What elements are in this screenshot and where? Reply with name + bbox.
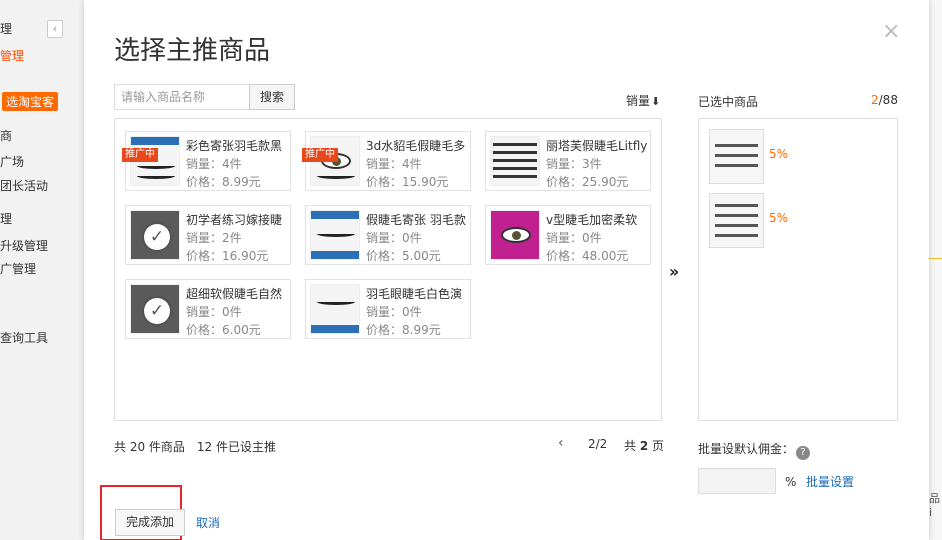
background-right-edge: 品i [927,0,942,540]
modal-title: 选择主推商品 [114,36,271,66]
collapse-sidebar-icon[interactable]: ‹ [47,20,63,38]
product-list-panel: 推广中 彩色寄张羽毛款黑 销量：4件 价格：8.99元 推广中 3d水貂毛假睫毛… [114,118,662,421]
product-name: 初学者练习嫁接睫 [186,213,283,227]
background-sidebar: 理 管理 选淘宝客 商 广场 团长活动 理 升级管理 广管理 查询工具 ‹ [0,0,84,540]
product-card-selected[interactable]: ✓ 初学者练习嫁接睫 销量：2件 价格：16.90元 [125,205,291,265]
product-sales: 销量：0件 [366,231,422,245]
product-name: 3d水貂毛假睫毛多 [366,139,466,153]
close-icon[interactable]: × [882,20,900,44]
prev-page-icon[interactable]: ‹ [558,435,564,451]
product-sales: 销量：0件 [366,305,422,319]
sidebar-item[interactable]: 团长活动 [0,177,48,194]
selected-commission: 5% [769,147,789,161]
product-total-info: 共 20 件商品 12 件已设主推 [114,440,276,454]
product-card-selected[interactable]: ✓ 超细软假睫毛自然 销量：0件 价格：6.00元 [125,279,291,339]
sidebar-item[interactable]: 理 [0,20,12,37]
product-name: 超细软假睫毛自然 [186,287,283,301]
select-featured-products-modal: × 选择主推商品 搜索 销量⬇ 推广中 彩色寄张羽毛款黑 销量：4件 价格：8.… [84,0,929,540]
product-price: 价格：8.99元 [366,323,441,337]
sidebar-item[interactable]: 商 [0,127,12,144]
selected-product-thumbnail[interactable] [709,129,764,184]
product-name: 羽毛眼睫毛白色演 [366,287,463,301]
page-indicator: 2/2 [588,437,608,451]
background-text: 品i [929,492,940,519]
search-button[interactable]: 搜索 [249,84,295,110]
product-price: 价格：48.00元 [546,249,629,263]
product-name: 彩色寄张羽毛款黑 [186,139,283,153]
product-price: 价格：25.90元 [546,175,629,189]
product-card[interactable]: 推广中 彩色寄张羽毛款黑 销量：4件 价格：8.99元 [122,131,291,191]
sidebar-item[interactable]: 理 [0,210,12,227]
product-card[interactable]: 假睫毛寄张 羽毛款 销量：0件 价格：5.00元 [305,205,471,265]
selected-product-thumbnail[interactable] [709,193,764,248]
commission-input[interactable] [698,468,776,494]
product-card[interactable]: 丽塔芙假睫毛Litfly 销量：3件 价格：25.90元 [485,131,651,191]
checkmark-icon: ✓ [144,298,170,324]
percent-unit: % [785,475,797,489]
product-thumbnail [310,210,360,260]
product-price: 价格：15.90元 [366,175,449,189]
batch-set-link[interactable]: 批量设置 [806,473,854,490]
sidebar-item[interactable]: 广管理 [0,260,36,277]
search-input[interactable] [114,84,250,110]
product-card[interactable]: v型睫毛加密柔软 销量：0件 价格：48.00元 [485,205,651,265]
sort-label: 销量 [626,94,651,108]
product-sales: 销量：4件 [366,157,422,171]
product-sales: 销量：3件 [546,157,602,171]
product-price: 价格：5.00元 [366,249,441,263]
product-card[interactable]: 推广中 3d水貂毛假睫毛多 销量：4件 价格：15.90元 [302,131,471,191]
total-pages: 共 2 页 [624,439,665,453]
product-name: v型睫毛加密柔软 [546,213,638,227]
product-price: 价格：6.00元 [186,323,261,337]
selected-count: 2/88 [871,93,898,107]
sidebar-item-tag[interactable]: 选淘宝客 [2,92,59,111]
product-thumbnail [490,210,540,260]
product-sales: 销量：0件 [546,231,602,245]
sort-down-icon: ⬇ [651,95,661,108]
product-price: 价格：8.99元 [186,175,261,189]
product-thumbnail: ✓ [130,284,180,334]
checkmark-icon: ✓ [144,224,170,250]
promo-badge: 推广中 [302,148,338,162]
product-sales: 销量：0件 [186,305,242,319]
product-card[interactable]: 羽毛眼睫毛白色演 销量：0件 价格：8.99元 [305,279,471,339]
product-price: 价格：16.90元 [186,249,269,263]
finish-add-button[interactable]: 完成添加 [115,509,185,536]
sidebar-item[interactable]: 升级管理 [0,237,48,254]
help-icon[interactable]: ? [796,446,811,460]
product-sales: 销量：2件 [186,231,242,245]
product-name: 丽塔芙假睫毛Litfly [546,139,648,153]
divider [927,258,942,259]
move-to-selected-icon[interactable]: ›› [669,262,679,281]
sidebar-item[interactable]: 广场 [0,153,24,170]
selected-products-panel: 5% 5% [698,118,898,421]
selected-products-label: 已选中商品 [698,95,759,109]
sidebar-item[interactable]: 管理 [0,47,24,64]
product-sales: 销量：4件 [186,157,242,171]
cancel-button[interactable]: 取消 [196,514,220,531]
sidebar-item[interactable]: 查询工具 [0,329,48,346]
product-thumbnail: ✓ [130,210,180,260]
product-thumbnail [490,136,540,186]
promo-badge: 推广中 [122,148,158,162]
sort-by-sales-button[interactable]: 销量⬇ [626,92,660,109]
selected-commission: 5% [769,211,789,225]
product-thumbnail [310,284,360,334]
default-commission-label: 批量设默认佣金：? [698,440,811,460]
product-name: 假睫毛寄张 羽毛款 [366,213,466,227]
